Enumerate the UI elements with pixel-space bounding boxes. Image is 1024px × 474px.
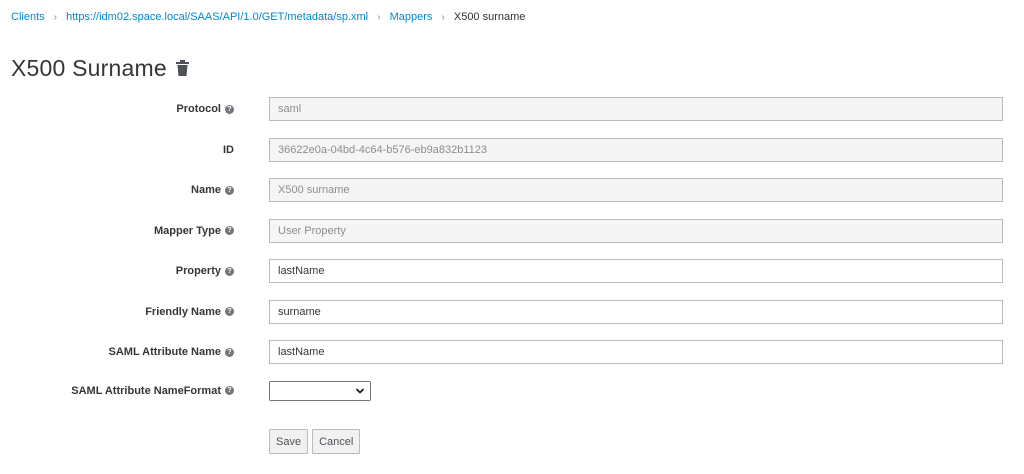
id-field bbox=[269, 137, 1003, 162]
friendly-name-input[interactable] bbox=[269, 299, 1003, 324]
breadcrumb-separator-icon: › bbox=[441, 12, 445, 23]
save-button[interactable]: Save bbox=[269, 429, 309, 454]
friendly-name-label-text: Friendly Name bbox=[145, 305, 221, 318]
name-label: Name ? bbox=[191, 178, 234, 202]
trash-icon[interactable] bbox=[175, 59, 191, 77]
property-label: Property ? bbox=[176, 259, 234, 283]
help-icon[interactable]: ? bbox=[225, 386, 234, 395]
help-icon[interactable]: ? bbox=[225, 104, 234, 114]
cancel-button[interactable]: Cancel bbox=[312, 429, 361, 454]
breadcrumb-separator-icon: › bbox=[53, 12, 58, 23]
saml-attribute-name-label-text: SAML Attribute Name bbox=[108, 346, 221, 358]
help-icon[interactable]: ? bbox=[225, 347, 234, 357]
friendly-name-label: Friendly Name ? bbox=[145, 300, 234, 324]
mapper-type-label: Mapper Type ? bbox=[154, 219, 234, 243]
name-field bbox=[269, 178, 1003, 202]
protocol-field bbox=[269, 97, 1003, 121]
id-row: ID bbox=[0, 137, 1024, 179]
mapper-form: Protocol ? ID Name ? Mapper Type ? bbox=[0, 97, 1024, 421]
breadcrumb-separator-icon: › bbox=[377, 12, 381, 23]
property-row: Property ? bbox=[0, 259, 1024, 300]
breadcrumb-mappers[interactable]: Mappers bbox=[390, 11, 433, 23]
mapper-type-label-text: Mapper Type bbox=[153, 224, 221, 237]
chevron-down-icon bbox=[355, 387, 365, 394]
page-title: X500 Surname bbox=[11, 54, 167, 81]
help-icon[interactable]: ? bbox=[225, 226, 234, 235]
name-label-text: Name bbox=[191, 184, 221, 196]
breadcrumb-current: X500 surname bbox=[453, 11, 526, 23]
property-label-text: Property bbox=[175, 265, 221, 277]
form-actions: Save Cancel bbox=[269, 429, 361, 454]
help-icon[interactable]: ? bbox=[225, 266, 234, 276]
saml-attribute-name-row: SAML Attribute Name ? bbox=[0, 340, 1024, 381]
page-header: X500 Surname bbox=[11, 52, 191, 84]
saml-attribute-nameformat-row: SAML Attribute NameFormat ? bbox=[0, 379, 1024, 422]
mapper-type-field bbox=[269, 218, 1003, 243]
friendly-name-row: Friendly Name ? bbox=[0, 299, 1024, 341]
mapper-type-row: Mapper Type ? bbox=[0, 218, 1024, 260]
help-icon[interactable]: ? bbox=[225, 185, 234, 195]
protocol-label-text: Protocol bbox=[176, 103, 221, 115]
breadcrumb-client[interactable]: https://idm02.space.local/SAAS/API/1.0/G… bbox=[66, 11, 368, 23]
id-label-text: ID bbox=[223, 143, 234, 156]
saml-attribute-nameformat-label-text: SAML Attribute NameFormat bbox=[71, 384, 221, 397]
saml-attribute-nameformat-select[interactable] bbox=[269, 380, 371, 401]
breadcrumb-clients[interactable]: Clients bbox=[11, 11, 45, 23]
saml-attribute-name-input[interactable] bbox=[269, 340, 1003, 364]
breadcrumb: Clients › https://idm02.space.local/SAAS… bbox=[11, 9, 525, 26]
protocol-row: Protocol ? bbox=[0, 97, 1024, 138]
name-row: Name ? bbox=[0, 178, 1024, 219]
protocol-label: Protocol ? bbox=[176, 97, 234, 121]
help-icon[interactable]: ? bbox=[225, 307, 234, 316]
mapper-details-page: Clients › https://idm02.space.local/SAAS… bbox=[0, 0, 1024, 474]
id-label: ID bbox=[223, 138, 234, 162]
saml-attribute-nameformat-label: SAML Attribute NameFormat ? bbox=[71, 379, 234, 403]
saml-attribute-name-label: SAML Attribute Name ? bbox=[109, 340, 234, 364]
property-input[interactable] bbox=[269, 259, 1003, 283]
